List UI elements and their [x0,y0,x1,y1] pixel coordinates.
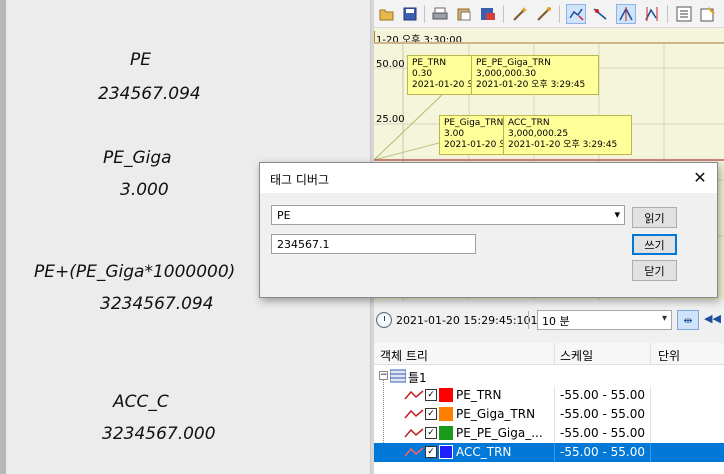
tree-row-label: PE_Giga_TRN [456,407,536,421]
tree-row-label: PE_PE_Giga_... [456,426,543,440]
visibility-checkbox[interactable]: ✓ [425,408,437,420]
trend-range-icon[interactable] [642,4,662,24]
tooltip-acc-trn-time: 2021-01-20 오후 3:29:45 [508,140,618,150]
tag-label-pe-formula: PE+(PE_Giga*1000000) [34,262,236,282]
time-range-bar: 2021-01-20 15:29:45:101 10 분 ▾ ⇹ ◀◀ [374,307,724,333]
wand-add-icon[interactable] [510,4,530,24]
rewind-icon[interactable]: ◀◀ [704,312,721,325]
tooltip-pe-pe-giga-trn-value: 3,000,000.30 [476,69,537,79]
tree-row-pe-giga-trn[interactable]: ✓ PE_Giga_TRN -55.00 - 55.00 [374,405,724,424]
dialog-title-bar[interactable]: 태그 디버그 ✕ [260,163,717,193]
trend-line-icon [404,428,424,438]
tooltip-pe-pe-giga-trn-time: 2021-01-20 오후 3:29:45 [476,80,586,90]
read-button[interactable]: 읽기 [632,207,677,228]
object-tree: 객체 트리 스케일 단위 − 틀1 ✓ PE_TRN -55.00 - 55.0… [374,343,724,474]
close-button[interactable]: 닫기 [632,260,677,281]
tooltip-acc-trn-value: 3,000,000.25 [508,129,569,139]
tooltip-pe-trn-name: PE_TRN [412,58,447,68]
open-folder-icon[interactable] [377,4,397,24]
tree-header: 객체 트리 스케일 단위 [374,343,724,365]
trend-cursor-icon[interactable] [566,4,586,24]
y-tick-50: 50.00 [376,59,405,70]
save-icon[interactable] [400,4,420,24]
color-swatch[interactable] [439,388,453,402]
time-range-select[interactable]: 10 분 ▾ [537,310,672,330]
tag-label-pe-giga: PE_Giga [103,148,172,168]
value-input[interactable] [271,234,476,254]
list-view-icon[interactable] [674,4,694,24]
color-swatch[interactable] [439,407,453,421]
column-header-object[interactable]: 객체 트리 [380,347,428,364]
tag-value-pe-giga: 3.000 [120,180,169,200]
chevron-down-icon: ▾ [661,313,667,324]
tooltip-pe-trn: PE_TRN 0.30 2021-01-20 오 [407,55,475,95]
tree-row-scale: -55.00 - 55.00 [560,445,645,459]
tag-label-pe: PE [130,50,151,70]
wand-edit-icon[interactable] [534,4,554,24]
tag-value-pe-formula: 3234567.094 [100,294,214,314]
trend-line-icon [404,390,424,400]
column-header-unit[interactable]: 단위 [658,347,680,364]
frame-icon [390,369,406,383]
trend-line-icon [404,447,424,457]
dialog-title: 태그 디버그 [270,173,330,187]
print-icon[interactable] [430,4,450,24]
tooltip-acc-trn: ACC_TRN 3,000,000.25 2021-01-20 오후 3:29:… [503,115,632,155]
visibility-checkbox[interactable]: ✓ [425,427,437,439]
tooltip-pe-giga-trn-value: 3.00 [444,129,465,139]
tree-group-row[interactable]: − 틀1 [374,367,724,386]
tree-row-scale: -55.00 - 55.00 [560,388,645,402]
tag-select[interactable]: PE ▾ [271,205,625,225]
tree-row-label: PE_TRN [456,388,502,402]
column-header-scale[interactable]: 스케일 [560,347,593,364]
tree-row-pe-pe-giga[interactable]: ✓ PE_PE_Giga_... -55.00 - 55.00 [374,424,724,443]
tooltip-pe-pe-giga-trn: PE_PE_Giga_TRN 3,000,000.30 2021-01-20 오… [471,55,599,95]
tree-row-acc-trn[interactable]: ✓ ACC_TRN -55.00 - 55.00 [374,443,724,462]
trend-peak-icon[interactable] [616,4,636,24]
tooltip-pe-giga-trn: PE_Giga_TRN 3.00 2021-01-20 오 [439,115,507,155]
chevron-down-icon: ▾ [614,208,620,221]
write-button[interactable]: 쓰기 [632,234,677,255]
y-tick-25: 25.00 [376,114,405,125]
tree-group-label: 틀1 [408,371,427,385]
tag-select-value: PE [277,209,291,222]
tooltip-pe-pe-giga-trn-name: PE_PE_Giga_TRN [476,58,551,68]
trend-toolbar [374,0,724,28]
tag-value-acc-c: 3234567.000 [102,424,216,444]
tooltip-pe-trn-time: 2021-01-20 오 [412,80,476,90]
trend-slope-icon[interactable] [590,4,610,24]
export-icon[interactable] [478,4,498,24]
tooltip-pe-giga-trn-time: 2021-01-20 오 [444,140,508,150]
tooltip-pe-trn-value: 0.30 [412,69,433,79]
trend-line-icon [404,409,424,419]
tree-row-pe-trn[interactable]: ✓ PE_TRN -55.00 - 55.00 [374,386,724,405]
fit-width-icon: ⇹ [683,313,693,327]
tooltip-acc-trn-name: ACC_TRN [508,118,550,128]
time-range-value: 10 분 [542,315,570,328]
tree-row-label: ACC_TRN [456,445,512,459]
tag-debug-dialog: 태그 디버그 ✕ PE ▾ 읽기 쓰기 닫기 [259,162,718,298]
clock-icon[interactable] [376,312,392,328]
visibility-checkbox[interactable]: ✓ [425,389,437,401]
tag-label-acc-c: ACC_C [113,392,169,412]
tooltip-pe-giga-trn-name: PE_Giga_TRN [444,118,504,128]
clipboard-icon[interactable] [454,4,474,24]
tree-row-scale: -55.00 - 55.00 [560,407,645,421]
trend-line-pe-giga [374,92,445,161]
visibility-checkbox[interactable]: ✓ [425,446,437,458]
color-swatch[interactable] [439,426,453,440]
tag-value-pe: 234567.094 [98,84,201,104]
fit-range-button[interactable]: ⇹ [677,310,699,330]
tree-row-scale: -55.00 - 55.00 [560,426,645,440]
color-swatch[interactable] [439,445,453,459]
close-icon[interactable]: ✕ [691,169,709,187]
current-time: 2021-01-20 15:29:45:101 [396,314,538,327]
properties-icon[interactable] [698,4,718,24]
